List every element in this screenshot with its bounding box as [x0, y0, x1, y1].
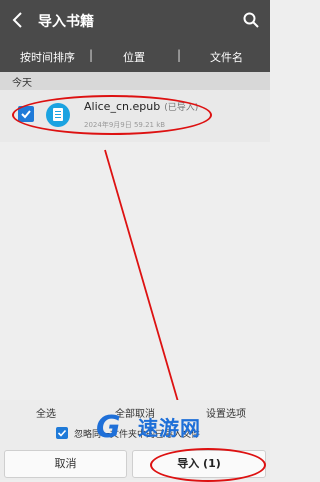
cancel-button[interactable]: 取消 [4, 450, 127, 478]
annotation-oval [150, 448, 266, 482]
watermark-logo-mark: G [96, 410, 121, 445]
ignore-checkbox[interactable] [56, 427, 68, 439]
checkmark-icon [57, 429, 67, 437]
watermark-brand: 速游网 [138, 416, 201, 440]
select-all-button[interactable]: 全选 [36, 405, 56, 420]
watermark-logo: G 速游网 [96, 408, 246, 446]
